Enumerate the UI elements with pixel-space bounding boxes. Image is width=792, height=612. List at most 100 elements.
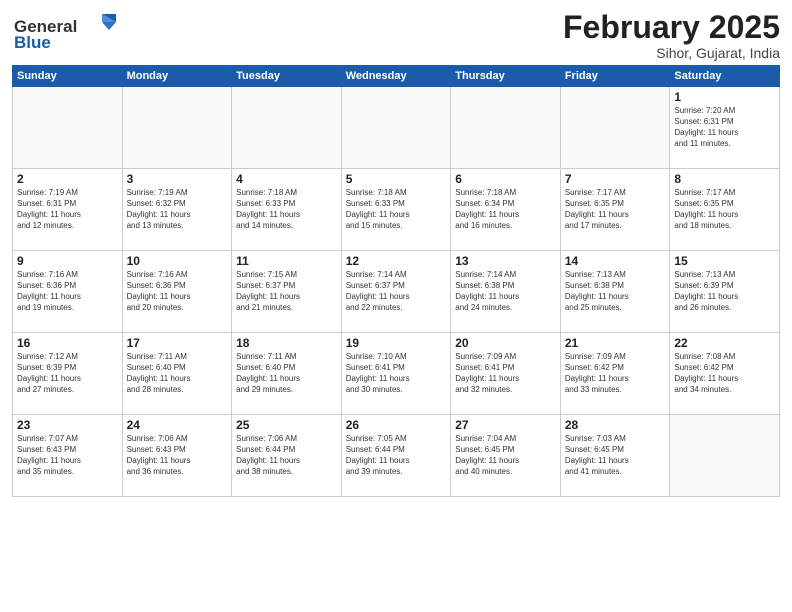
day-number: 16 bbox=[17, 336, 118, 350]
day-info: Sunrise: 7:11 AM Sunset: 6:40 PM Dayligh… bbox=[236, 352, 337, 395]
day-info: Sunrise: 7:19 AM Sunset: 6:31 PM Dayligh… bbox=[17, 188, 118, 231]
logo-block: General Blue bbox=[12, 10, 122, 60]
day-number: 3 bbox=[127, 172, 228, 186]
day-number: 17 bbox=[127, 336, 228, 350]
table-row bbox=[670, 415, 780, 497]
day-number: 2 bbox=[17, 172, 118, 186]
calendar-week-row: 23Sunrise: 7:07 AM Sunset: 6:43 PM Dayli… bbox=[13, 415, 780, 497]
table-row bbox=[13, 87, 123, 169]
day-info: Sunrise: 7:14 AM Sunset: 6:37 PM Dayligh… bbox=[346, 270, 447, 313]
logo: General Blue bbox=[12, 10, 122, 60]
table-row bbox=[232, 87, 342, 169]
day-info: Sunrise: 7:14 AM Sunset: 6:38 PM Dayligh… bbox=[455, 270, 556, 313]
day-info: Sunrise: 7:09 AM Sunset: 6:41 PM Dayligh… bbox=[455, 352, 556, 395]
day-info: Sunrise: 7:17 AM Sunset: 6:35 PM Dayligh… bbox=[674, 188, 775, 231]
day-number: 23 bbox=[17, 418, 118, 432]
table-row bbox=[122, 87, 232, 169]
title-block: February 2025 Sihor, Gujarat, India bbox=[563, 10, 780, 61]
table-row: 19 Sunrise: 7:10 AM Sunset: 6:41 PM Dayli… bbox=[341, 333, 451, 415]
day-info: Sunrise: 7:04 AM Sunset: 6:45 PM Dayligh… bbox=[455, 434, 556, 477]
day-number: 27 bbox=[455, 418, 556, 432]
day-info: Sunrise: 7:19 AM Sunset: 6:32 PM Dayligh… bbox=[127, 188, 228, 231]
table-row: 21Sunrise: 7:09 AM Sunset: 6:42 PM Dayli… bbox=[560, 333, 670, 415]
calendar-week-row: 2 Sunrise: 7:19 AM Sunset: 6:31 PM Daylig… bbox=[13, 169, 780, 251]
svg-text:Blue: Blue bbox=[14, 33, 51, 52]
table-row: 4 Sunrise: 7:18 AM Sunset: 6:33 PM Daylig… bbox=[232, 169, 342, 251]
subtitle: Sihor, Gujarat, India bbox=[563, 45, 780, 61]
day-info: Sunrise: 7:06 AM Sunset: 6:44 PM Dayligh… bbox=[236, 434, 337, 477]
day-number: 14 bbox=[565, 254, 666, 268]
table-row: 24 Sunrise: 7:06 AM Sunset: 6:43 PM Dayli… bbox=[122, 415, 232, 497]
calendar-header-row: Sunday Monday Tuesday Wednesday Thursday… bbox=[13, 66, 780, 87]
calendar-week-row: 9 Sunrise: 7:16 AM Sunset: 6:36 PM Daylig… bbox=[13, 251, 780, 333]
header-row: General Blue February 2025 Sihor, Gujara… bbox=[12, 10, 780, 61]
day-info: Sunrise: 7:08 AM Sunset: 6:42 PM Dayligh… bbox=[674, 352, 775, 395]
table-row: 26 Sunrise: 7:05 AM Sunset: 6:44 PM Dayli… bbox=[341, 415, 451, 497]
table-row: 6 Sunrise: 7:18 AM Sunset: 6:34 PM Daylig… bbox=[451, 169, 561, 251]
day-number: 9 bbox=[17, 254, 118, 268]
col-wednesday: Wednesday bbox=[341, 66, 451, 87]
table-row: 22 Sunrise: 7:08 AM Sunset: 6:42 PM Dayli… bbox=[670, 333, 780, 415]
day-number: 26 bbox=[346, 418, 447, 432]
day-number: 7 bbox=[565, 172, 666, 186]
day-info: Sunrise: 7:16 AM Sunset: 6:36 PM Dayligh… bbox=[17, 270, 118, 313]
col-tuesday: Tuesday bbox=[232, 66, 342, 87]
day-number: 25 bbox=[236, 418, 337, 432]
col-friday: Friday bbox=[560, 66, 670, 87]
calendar-table: Sunday Monday Tuesday Wednesday Thursday… bbox=[12, 65, 780, 497]
day-number: 10 bbox=[127, 254, 228, 268]
table-row: 18Sunrise: 7:11 AM Sunset: 6:40 PM Dayli… bbox=[232, 333, 342, 415]
col-thursday: Thursday bbox=[451, 66, 561, 87]
col-monday: Monday bbox=[122, 66, 232, 87]
calendar-week-row: 1 Sunrise: 7:20 AM Sunset: 6:31 PM Daylig… bbox=[13, 87, 780, 169]
table-row: 7 Sunrise: 7:17 AM Sunset: 6:35 PM Daylig… bbox=[560, 169, 670, 251]
table-row: 3 Sunrise: 7:19 AM Sunset: 6:32 PM Daylig… bbox=[122, 169, 232, 251]
day-info: Sunrise: 7:12 AM Sunset: 6:39 PM Dayligh… bbox=[17, 352, 118, 395]
table-row: 28 Sunrise: 7:03 AM Sunset: 6:45 PM Dayli… bbox=[560, 415, 670, 497]
day-number: 6 bbox=[455, 172, 556, 186]
day-info: Sunrise: 7:06 AM Sunset: 6:43 PM Dayligh… bbox=[127, 434, 228, 477]
day-info: Sunrise: 7:18 AM Sunset: 6:34 PM Dayligh… bbox=[455, 188, 556, 231]
day-number: 12 bbox=[346, 254, 447, 268]
col-sunday: Sunday bbox=[13, 66, 123, 87]
day-number: 1 bbox=[674, 90, 775, 104]
table-row: 10Sunrise: 7:16 AM Sunset: 6:36 PM Dayli… bbox=[122, 251, 232, 333]
table-row: 16 Sunrise: 7:12 AM Sunset: 6:39 PM Dayli… bbox=[13, 333, 123, 415]
table-row: 8 Sunrise: 7:17 AM Sunset: 6:35 PM Daylig… bbox=[670, 169, 780, 251]
table-row: 20 Sunrise: 7:09 AM Sunset: 6:41 PM Dayli… bbox=[451, 333, 561, 415]
day-number: 28 bbox=[565, 418, 666, 432]
day-number: 24 bbox=[127, 418, 228, 432]
day-number: 11 bbox=[236, 254, 337, 268]
day-info: Sunrise: 7:03 AM Sunset: 6:45 PM Dayligh… bbox=[565, 434, 666, 477]
logo-svg: General Blue bbox=[12, 10, 122, 55]
table-row: 27 Sunrise: 7:04 AM Sunset: 6:45 PM Dayli… bbox=[451, 415, 561, 497]
day-number: 13 bbox=[455, 254, 556, 268]
table-row: 14Sunrise: 7:13 AM Sunset: 6:38 PM Dayli… bbox=[560, 251, 670, 333]
day-info: Sunrise: 7:10 AM Sunset: 6:41 PM Dayligh… bbox=[346, 352, 447, 395]
day-number: 4 bbox=[236, 172, 337, 186]
month-title: February 2025 bbox=[563, 10, 780, 45]
day-info: Sunrise: 7:11 AM Sunset: 6:40 PM Dayligh… bbox=[127, 352, 228, 395]
table-row: 15 Sunrise: 7:13 AM Sunset: 6:39 PM Dayli… bbox=[670, 251, 780, 333]
day-number: 8 bbox=[674, 172, 775, 186]
table-row bbox=[451, 87, 561, 169]
day-info: Sunrise: 7:05 AM Sunset: 6:44 PM Dayligh… bbox=[346, 434, 447, 477]
calendar-week-row: 16 Sunrise: 7:12 AM Sunset: 6:39 PM Dayli… bbox=[13, 333, 780, 415]
day-info: Sunrise: 7:17 AM Sunset: 6:35 PM Dayligh… bbox=[565, 188, 666, 231]
day-number: 15 bbox=[674, 254, 775, 268]
day-number: 19 bbox=[346, 336, 447, 350]
day-number: 22 bbox=[674, 336, 775, 350]
table-row: 13 Sunrise: 7:14 AM Sunset: 6:38 PM Dayli… bbox=[451, 251, 561, 333]
table-row: 11Sunrise: 7:15 AM Sunset: 6:37 PM Dayli… bbox=[232, 251, 342, 333]
table-row bbox=[560, 87, 670, 169]
day-number: 5 bbox=[346, 172, 447, 186]
table-row: 12 Sunrise: 7:14 AM Sunset: 6:37 PM Dayli… bbox=[341, 251, 451, 333]
day-info: Sunrise: 7:18 AM Sunset: 6:33 PM Dayligh… bbox=[236, 188, 337, 231]
day-info: Sunrise: 7:13 AM Sunset: 6:39 PM Dayligh… bbox=[674, 270, 775, 313]
day-number: 20 bbox=[455, 336, 556, 350]
day-info: Sunrise: 7:20 AM Sunset: 6:31 PM Dayligh… bbox=[674, 106, 775, 149]
table-row: 5Sunrise: 7:18 AM Sunset: 6:33 PM Daylig… bbox=[341, 169, 451, 251]
table-row: 25 Sunrise: 7:06 AM Sunset: 6:44 PM Dayli… bbox=[232, 415, 342, 497]
table-row: 1 Sunrise: 7:20 AM Sunset: 6:31 PM Daylig… bbox=[670, 87, 780, 169]
table-row: 9 Sunrise: 7:16 AM Sunset: 6:36 PM Daylig… bbox=[13, 251, 123, 333]
